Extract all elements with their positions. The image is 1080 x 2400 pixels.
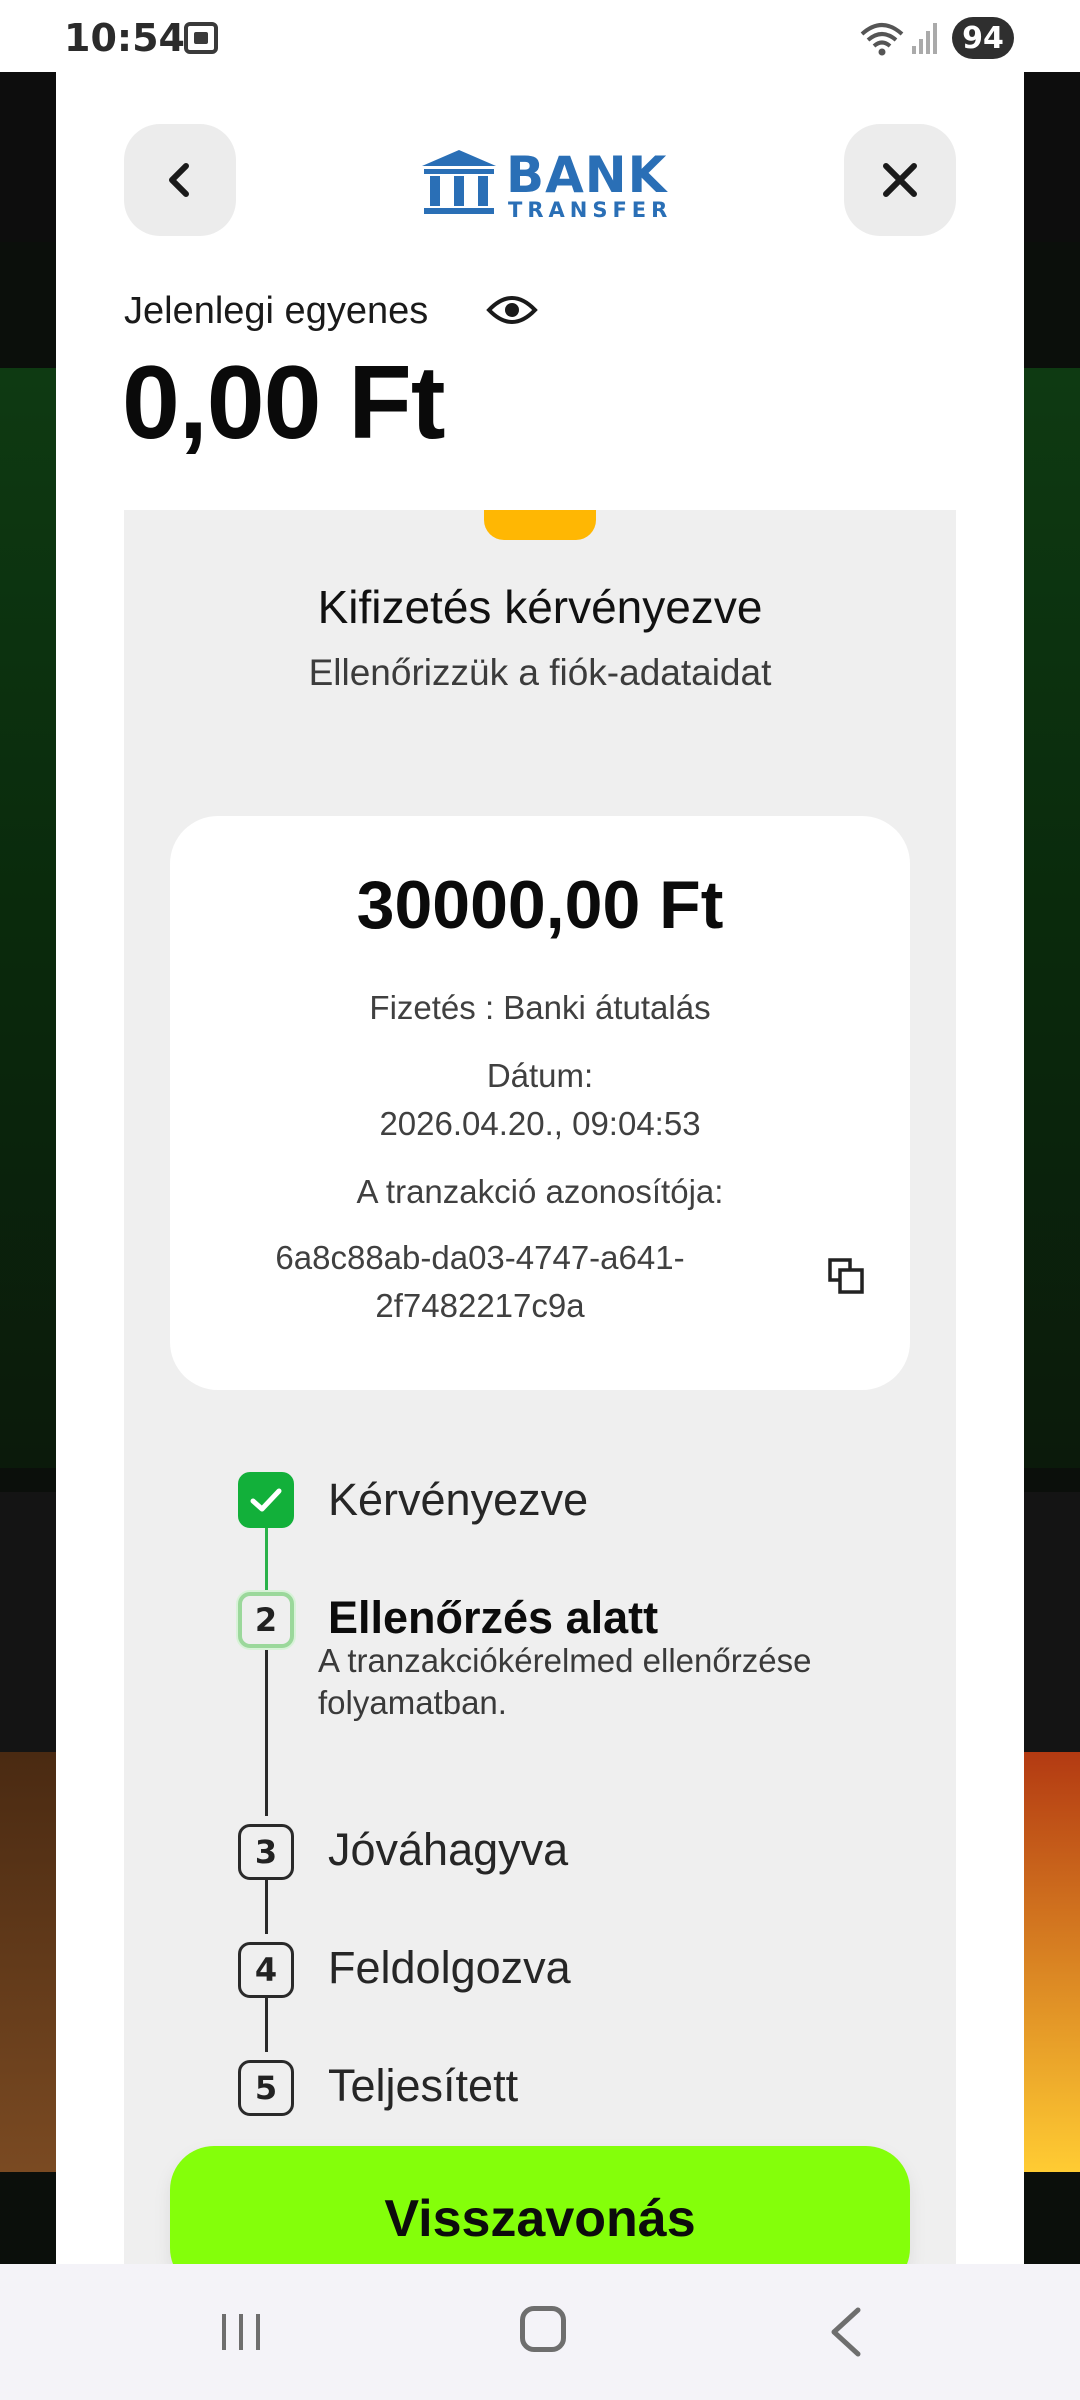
panel-tab-indicator <box>484 510 596 540</box>
gallery-icon <box>184 22 218 54</box>
status-bar: 10:54 94 <box>0 0 1080 72</box>
step-2-description: A tranzakciókérelmed ellenőrzése folyama… <box>318 1642 812 1721</box>
logo-text-main: BANK <box>506 146 668 204</box>
recent-apps-icon[interactable] <box>218 2310 264 2354</box>
bank-building-icon <box>422 150 496 214</box>
system-nav-bar <box>0 2264 1080 2400</box>
background-game-tile-right <box>1020 1752 1080 2172</box>
step-connector-2 <box>265 1646 268 1816</box>
panel-title: Kifizetés kérvényezve <box>317 581 763 633</box>
close-icon <box>883 163 917 197</box>
step-connector-1 <box>265 1525 268 1594</box>
home-icon[interactable] <box>520 2306 566 2352</box>
step-4-number: 4 <box>238 1942 294 1998</box>
checkmark-icon <box>250 1488 282 1512</box>
chevron-left-icon <box>169 163 189 197</box>
transaction-id-value: 6a8c88ab-da03-4747-a641- 2f7482217c9a <box>250 1234 710 1330</box>
transaction-card: 30000,00 Ft Fizetés : Banki átutalás Dát… <box>170 816 910 1390</box>
wifi-icon <box>860 23 904 56</box>
eye-icon[interactable] <box>486 290 538 330</box>
background-game-tile-left <box>0 1752 56 2172</box>
battery-badge: 94 <box>952 17 1014 59</box>
step-4-label: Feldolgozva <box>328 1942 571 1993</box>
transaction-id-line-2: 2f7482217c9a <box>375 1287 585 1324</box>
logo-text-sub: TRANSFER <box>508 198 673 222</box>
transaction-id-label: A tranzakció azonosítója: <box>356 1173 724 1210</box>
panel-subtitle: Ellenőrizzük a fiók-adataidat <box>308 652 772 693</box>
step-1-label: Kérvényezve <box>328 1474 589 1525</box>
withdrawal-status-panel: Kifizetés kérvényezve Ellenőrizzük a fió… <box>124 510 956 2264</box>
back-button[interactable] <box>124 124 236 236</box>
transaction-id-line-1: 6a8c88ab-da03-4747-a641- <box>275 1239 685 1276</box>
step-1-check <box>238 1472 294 1528</box>
transaction-amount: 30000,00 Ft <box>356 867 724 943</box>
step-3-number: 3 <box>238 1824 294 1880</box>
balance-value: 0,00 Ft <box>122 345 445 461</box>
step-2-number: 2 <box>238 1592 294 1648</box>
date-value: 2026.04.20., 09:04:53 <box>379 1105 701 1142</box>
step-5-label: Teljesített <box>328 2060 519 2111</box>
nav-back-icon[interactable] <box>826 2306 866 2358</box>
step-2-label: Ellenőrzés alatt <box>328 1592 659 1643</box>
step-5-number: 5 <box>238 2060 294 2116</box>
signal-icon <box>912 23 937 54</box>
balance-label: Jelenlegi egyenes <box>124 290 429 332</box>
status-time: 10:54 <box>64 16 185 60</box>
step-3-label: Jóváhagyva <box>328 1824 569 1875</box>
bank-transfer-logo: BANK TRANSFER <box>422 142 667 222</box>
date-label: Dátum: <box>486 1057 594 1094</box>
copy-icon[interactable] <box>826 1256 866 1296</box>
cancel-withdrawal-button[interactable]: Visszavonás <box>170 2146 910 2264</box>
close-button[interactable] <box>844 124 956 236</box>
withdrawal-modal: BANK TRANSFER Jelenlegi egyenes 0,00 Ft … <box>56 72 1024 2264</box>
payment-method: Fizetés : Banki átutalás <box>369 989 711 1026</box>
